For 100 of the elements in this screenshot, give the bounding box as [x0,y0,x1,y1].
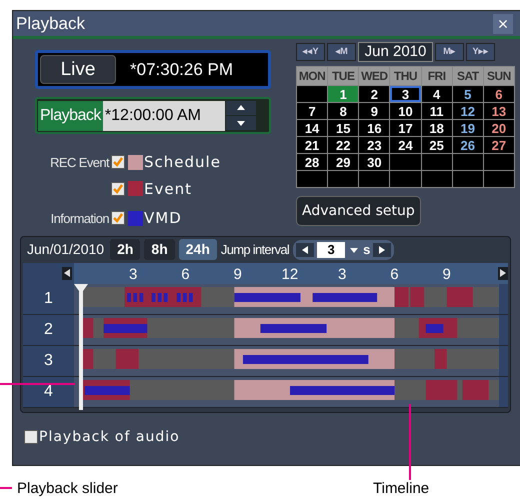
weekday-header: WED [359,67,390,85]
calendar-day[interactable]: 11 [422,103,452,119]
calendar-day[interactable]: 24 [390,137,421,153]
calendar-day[interactable]: 26 [452,137,483,153]
calendar-day[interactable]: 18 [422,120,452,136]
callout-label: Playback slider [17,479,118,499]
calendar-day[interactable]: 30 [359,154,390,170]
calendar-day[interactable]: 17 [390,120,421,136]
calendar-day[interactable]: 4 [422,86,452,102]
jump-interval-field[interactable]: 3 [317,242,346,258]
channel-number: 3 [23,346,74,376]
calendar-day[interactable]: 25 [422,137,452,153]
scroll-strip [499,376,508,406]
ruler-label: 6 [181,264,190,284]
jump-unit: s [363,240,370,259]
timeline-track[interactable] [81,348,499,368]
calendar-day[interactable]: 9 [359,103,390,119]
right-arrow-icon [377,244,388,254]
weekday-header: SUN [484,67,514,85]
calendar-day[interactable]: 8 [328,103,358,119]
down-arrow-icon [236,118,246,128]
calendar-day[interactable]: 15 [328,120,358,136]
calendar-nav-button[interactable]: M▸ [435,43,464,61]
timeline-date: Jun/01/2010 [27,240,104,259]
calendar-day[interactable]: 10 [390,103,421,119]
weekday-header: MON [297,67,328,85]
ruler-label: 9 [442,264,451,284]
up-arrow-icon [236,103,246,113]
advanced-setup-button[interactable]: Advanced setup [296,196,421,226]
legend-label: Event [144,178,192,200]
jump-back-button[interactable] [296,242,314,256]
calendar-day[interactable]: 13 [484,103,514,119]
ruler-label: 6 [390,264,399,284]
weekday-header: TUE [328,67,358,85]
audio-checkbox[interactable] [24,430,38,444]
jump-interval-label: Jump interval [220,240,290,259]
scroll-strip [499,284,508,314]
calendar-month: Jun 2010 [358,42,433,62]
ruler-label: 3 [338,264,346,284]
legend-group-label: Information [50,210,109,228]
calendar-day[interactable]: 27 [484,137,514,153]
legend-checkbox[interactable] [111,211,125,226]
channel-number: 4 [23,376,74,406]
calendar-day[interactable]: 6 [484,86,514,102]
time-up-button[interactable] [226,101,256,115]
calendar-day[interactable]: 20 [484,120,514,136]
calendar-day[interactable]: 19 [452,120,483,136]
window-title: Playback [16,12,85,35]
legend-checkbox[interactable] [111,155,125,170]
calendar-day[interactable]: 1 [328,86,358,102]
playback-button[interactable]: Playback [38,100,103,130]
weekday-header: THU [390,67,421,85]
calendar-nav-button[interactable]: ◂M [327,43,356,61]
playback-time-field[interactable]: *12:00:00 AM [102,100,225,130]
channel-number: 2 [23,314,74,344]
legend-checkbox[interactable] [111,182,125,196]
legend-label: VMD [144,208,182,229]
right-arrow-icon [498,268,508,278]
scroll-right-button[interactable] [498,266,508,280]
calendar-day[interactable]: 5 [452,86,483,102]
close-button[interactable]: × [493,14,513,34]
weekday-header: SAT [452,67,483,85]
time-down-button[interactable] [226,116,256,130]
calendar-day[interactable]: 12 [452,103,483,119]
jump-forward-button[interactable] [373,242,392,256]
calendar-day[interactable]: 23 [359,137,390,153]
calendar-day[interactable]: 21 [297,137,328,153]
calendar-day[interactable]: 7 [297,103,328,119]
calendar-day[interactable]: 14 [297,120,328,136]
calendar-day[interactable]: 22 [328,137,358,153]
ruler-label: 12 [282,264,298,284]
calendar-day[interactable]: 3 [390,86,421,102]
timeline-track[interactable] [81,380,499,400]
timeline-track[interactable] [81,318,499,338]
ruler-label: 9 [233,264,242,284]
scroll-strip [499,314,508,344]
calendar-day[interactable]: 2 [359,86,390,102]
live-time: *07:30:26 PM [130,58,234,81]
channel-number: 1 [23,284,74,314]
left-arrow-icon [62,268,72,278]
ruler-label: 3 [128,264,138,284]
zoom-tab[interactable]: 8h [144,239,175,260]
scroll-left-button[interactable] [62,266,72,280]
weekday-header: FRI [422,67,452,85]
left-arrow-icon [300,244,310,254]
scroll-strip [499,346,508,376]
timeline-track[interactable] [81,286,499,306]
legend-group-label: REC Event [50,154,109,172]
calendar-day[interactable]: 29 [328,154,358,170]
calendar-nav-button[interactable]: Y▸▸ [466,43,495,61]
audio-label: Playback of audio [39,428,180,446]
zoom-tab[interactable]: 24h [178,239,217,260]
zoom-tab[interactable]: 2h [110,239,140,260]
leader-line [0,487,12,489]
calendar-day[interactable]: 28 [297,154,328,170]
callout-label: Timeline [373,479,430,499]
calendar-day[interactable]: 16 [359,120,390,136]
live-button[interactable]: Live [40,55,116,84]
legend-label: Schedule [144,152,221,173]
calendar-nav-button[interactable]: ◂◂Y [296,43,325,61]
